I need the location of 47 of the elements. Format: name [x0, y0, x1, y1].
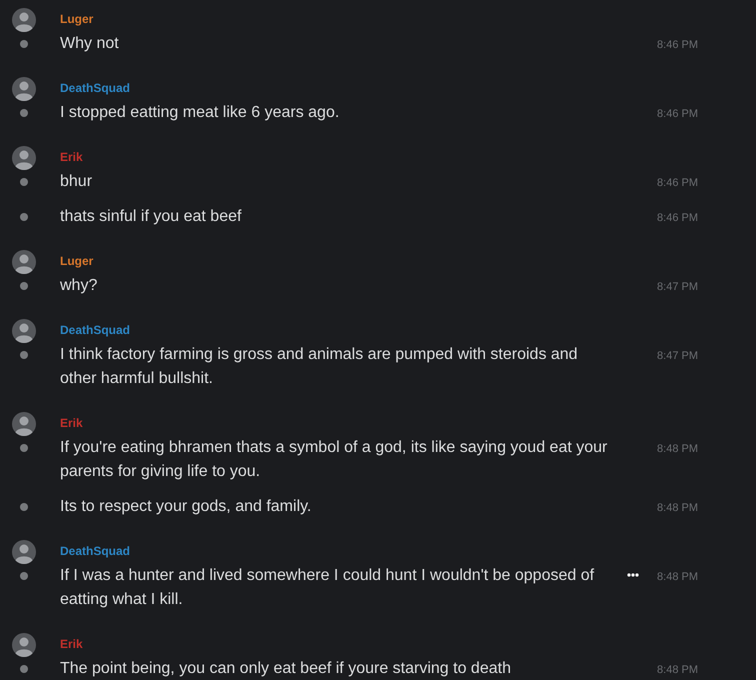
bullet-dot	[20, 503, 28, 511]
avatar[interactable]	[12, 250, 36, 274]
author-name[interactable]: DeathSquad	[60, 322, 130, 338]
message-time: 8:46 PM	[657, 211, 698, 226]
message-time: 8:48 PM	[657, 663, 698, 678]
message-text: Why not	[60, 34, 119, 54]
message-time: 8:48 PM	[657, 570, 698, 585]
bullet-dot	[20, 351, 28, 359]
message-text: bhur	[60, 172, 92, 192]
avatar[interactable]	[12, 8, 36, 32]
message-text: If I was a hunter and lived somewhere I could hunt I wouldn't be opposed of eatting what I kill.	[60, 566, 596, 610]
message-time: 8:46 PM	[657, 38, 698, 53]
message-text: I think factory farming is gross and animals are pumped with steroids and other harmful bullshit.	[60, 345, 579, 389]
bullet-dot	[20, 572, 28, 580]
author-name[interactable]: Erik	[60, 149, 83, 165]
bullet-dot	[20, 282, 28, 290]
avatar[interactable]	[12, 412, 36, 436]
message-text: Its to respect your gods, and family.	[60, 497, 312, 517]
message-time: 8:48 PM	[657, 442, 698, 457]
message-text: The point being, you can only eat beef if youre starving to death	[60, 659, 511, 679]
message-text: thats sinful if you eat beef	[60, 207, 242, 227]
avatar[interactable]	[12, 319, 36, 343]
author-name[interactable]: Luger	[60, 11, 94, 27]
avatar[interactable]	[12, 540, 36, 564]
bullet-dot	[20, 40, 28, 48]
avatar[interactable]	[12, 633, 36, 657]
author-name[interactable]: Luger	[60, 253, 94, 269]
message-time: 8:47 PM	[657, 280, 698, 295]
bullet-dot	[20, 109, 28, 117]
message-time: 8:48 PM	[657, 501, 698, 516]
bullet-dot	[20, 178, 28, 186]
author-name[interactable]: DeathSquad	[60, 80, 130, 96]
message-time: 8:47 PM	[657, 349, 698, 364]
message-time: 8:46 PM	[657, 176, 698, 191]
bullet-dot	[20, 444, 28, 452]
more-icon[interactable]	[627, 573, 639, 577]
author-name[interactable]: Erik	[60, 415, 83, 431]
author-name[interactable]: Erik	[60, 636, 83, 652]
avatar[interactable]	[12, 146, 36, 170]
author-name[interactable]: DeathSquad	[60, 543, 130, 559]
message-time: 8:46 PM	[657, 107, 698, 122]
avatar[interactable]	[12, 77, 36, 101]
message-text: If you're eating bhramen thats a symbol of a god, its like saying youd eat your parents for giving life to you.	[60, 438, 608, 482]
bullet-dot	[20, 665, 28, 673]
bullet-dot	[20, 213, 28, 221]
message-text: why?	[60, 276, 98, 296]
message-text: I stopped eatting meat like 6 years ago.	[60, 103, 340, 123]
